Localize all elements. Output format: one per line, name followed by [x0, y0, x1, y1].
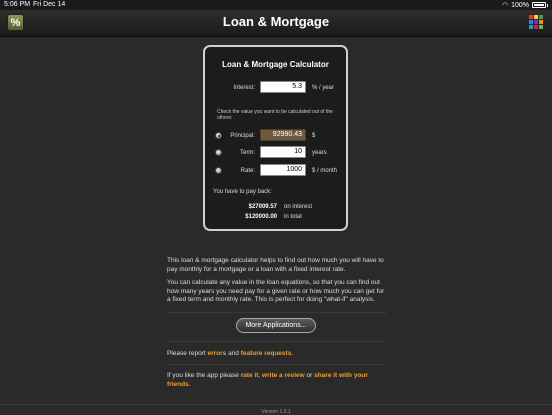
page-title: Loan & Mortgage	[222, 14, 330, 29]
share-suffix: .	[188, 380, 191, 388]
interest-amount-label: on interest	[284, 204, 313, 210]
footer-divider	[0, 404, 552, 405]
term-field[interactable]: 10	[260, 146, 306, 158]
term-label: Term:	[240, 150, 255, 156]
interest-unit: % / year	[312, 85, 335, 91]
total-amount: $120000.00	[245, 214, 277, 220]
rate-unit: $ / month	[312, 168, 338, 174]
apps-grid-icon[interactable]	[529, 15, 543, 29]
navigation-bar: % Loan & Mortgage	[0, 10, 552, 37]
description-paragraph-2: You can calculate any value in the loan …	[167, 279, 385, 303]
battery-icon	[532, 2, 546, 8]
interest-amount: $27009.57	[248, 204, 277, 210]
feature-requests-link[interactable]: feature requests	[241, 350, 292, 357]
calculator-card: Loan & Mortgage Calculator Interest: 5.3…	[203, 45, 348, 231]
principal-label: Principal:	[230, 133, 255, 139]
version-label: Version 1.3.1	[261, 409, 291, 415]
rate-it-link[interactable]: rate it	[241, 372, 259, 379]
report-middle: and	[226, 350, 241, 357]
divider	[167, 312, 386, 313]
report-line: Please report errors and feature request…	[167, 350, 387, 359]
battery-tip	[547, 3, 548, 7]
interest-field[interactable]: 5.3	[260, 81, 306, 93]
report-prefix: Please report	[167, 350, 208, 357]
interest-label: Interest:	[233, 85, 255, 91]
status-date: Fri Dec 14	[33, 1, 66, 8]
rate-radio[interactable]	[215, 167, 222, 174]
divider	[167, 341, 386, 342]
description-paragraph-1: This loan & mortgage calculator helps to…	[167, 257, 384, 273]
write-review-link[interactable]: write a review	[262, 372, 305, 379]
status-right: ◠ 100%	[502, 1, 548, 9]
errors-link[interactable]: errors	[207, 350, 226, 357]
principal-unit: $	[312, 133, 316, 139]
share-prefix: If you like the app please	[167, 372, 241, 379]
term-radio[interactable]	[215, 149, 222, 156]
hint-text: Check the value you want to be calculate…	[217, 109, 333, 121]
term-unit: years	[312, 150, 327, 156]
total-amount-label: in total	[284, 214, 302, 220]
rate-label: Rate:	[240, 168, 255, 174]
divider	[167, 364, 386, 365]
principal-radio[interactable]	[215, 132, 222, 139]
more-applications-button[interactable]: More Applications...	[236, 318, 316, 333]
report-suffix: .	[291, 350, 294, 357]
payback-label: You have to pay back:	[213, 189, 272, 195]
calculator-title: Loan & Mortgage Calculator	[222, 60, 329, 69]
rate-field[interactable]: 1000	[260, 164, 306, 176]
share-or: or	[304, 372, 315, 379]
principal-field[interactable]: 92990.43	[260, 129, 306, 141]
status-bar: 5:06 PM Fri Dec 14 ◠ 100%	[0, 0, 552, 10]
status-time: 5:06 PM	[4, 1, 31, 8]
wifi-icon: ◠	[501, 2, 509, 9]
share-line: If you like the app please rate it, writ…	[167, 372, 387, 389]
battery-percent: 100%	[511, 1, 529, 9]
